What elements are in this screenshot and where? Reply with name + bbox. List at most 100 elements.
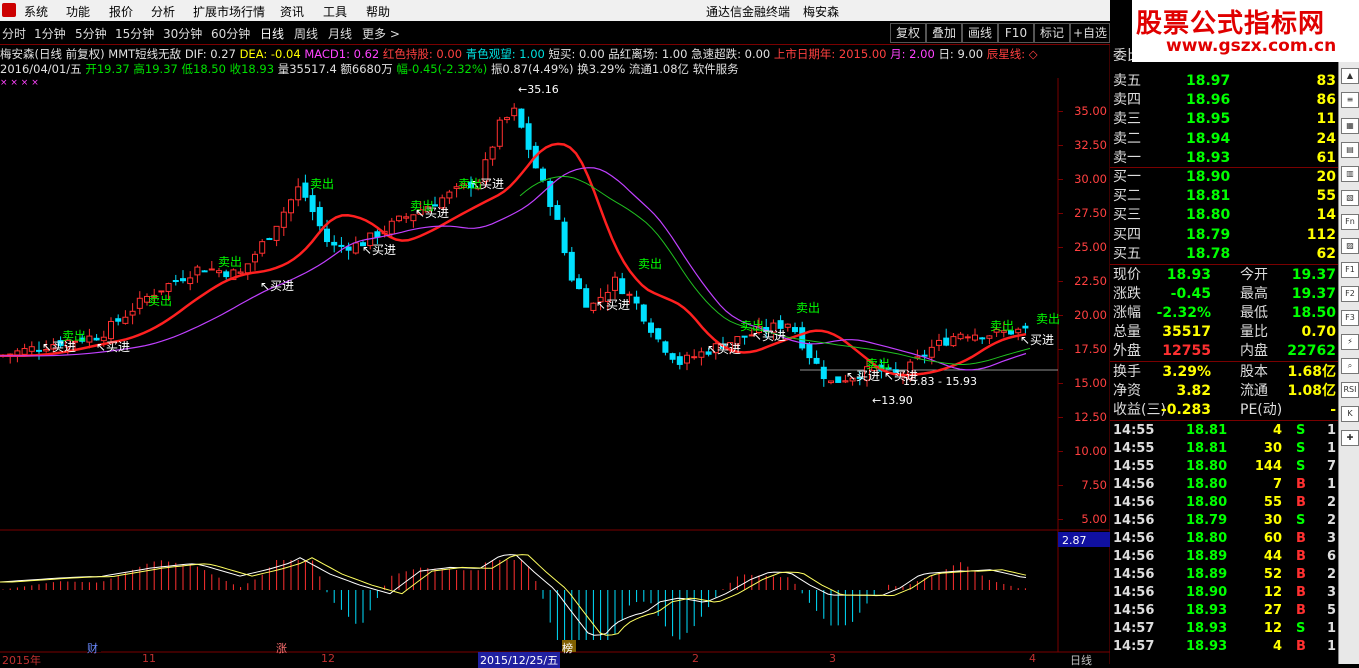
tick-side: B xyxy=(1296,585,1306,600)
fin-icon[interactable]: Fn xyxy=(1341,214,1359,230)
stat-label: 今开 xyxy=(1240,267,1268,283)
book-label: 买一 xyxy=(1113,169,1141,185)
tick-count: 1 xyxy=(1326,621,1336,636)
watermark-banner: 股票公式指标网 www.gszx.com.cn xyxy=(1132,0,1359,62)
ask-row[interactable]: 卖四 18.96 86 xyxy=(1110,91,1338,110)
price-axis-label: 17.50 xyxy=(1074,342,1107,356)
stat-label: 外盘 xyxy=(1113,343,1141,359)
buy-signal-label: ↖买进 xyxy=(846,369,880,383)
book-label: 买三 xyxy=(1113,207,1141,224)
tick-row: 14:56 18.80 60 B 3 xyxy=(1110,530,1338,548)
tick-row: 14:55 18.81 4 S 1 xyxy=(1110,422,1338,440)
price-axis-tick xyxy=(1058,383,1063,384)
time-label-dec: 12 xyxy=(321,652,335,665)
tick-price: 18.80 xyxy=(1186,495,1228,510)
sell-signal-label: 卖出 xyxy=(148,294,172,308)
fig2-icon[interactable]: F2 xyxy=(1341,286,1359,302)
price-axis-label: 22.50 xyxy=(1074,274,1107,288)
buy-signal-label: ↖买进 xyxy=(1020,333,1054,347)
tick-side: S xyxy=(1296,621,1306,636)
stat-label: 净资 xyxy=(1113,383,1141,399)
book-price: 18.97 xyxy=(1186,73,1231,89)
book-volume: 11 xyxy=(1316,111,1336,128)
table-icon[interactable]: ▧ xyxy=(1341,190,1359,206)
stat-label: 现价 xyxy=(1113,267,1141,283)
ask-row[interactable]: 卖一 18.93 61 xyxy=(1110,149,1338,168)
tick-volume: 52 xyxy=(1263,567,1282,582)
candle-body xyxy=(288,199,294,214)
candle-body xyxy=(489,146,496,160)
bid-row[interactable]: 买二 18.81 55 xyxy=(1110,187,1338,206)
candle-body xyxy=(280,211,287,228)
ask-row[interactable]: 卖二 18.94 24 xyxy=(1110,130,1338,149)
stat-row: 换手 3.29% 股本 1.68亿 xyxy=(1110,363,1338,382)
tick-count: 1 xyxy=(1326,639,1336,654)
candle-body xyxy=(21,348,28,355)
candle-body xyxy=(540,168,546,181)
chart-icon[interactable]: ▦ xyxy=(1341,118,1359,134)
bid-row[interactable]: 买四 18.79 112 xyxy=(1110,226,1338,245)
bid-row[interactable]: 买五 18.78 62 xyxy=(1110,245,1338,264)
stat-value: 35517 xyxy=(1162,324,1211,340)
grid-icon[interactable]: ▤ xyxy=(1341,142,1359,158)
candle-body xyxy=(777,320,784,329)
candle-body xyxy=(273,225,280,241)
tick-volume: 55 xyxy=(1263,495,1282,510)
arrow-up-icon[interactable]: ▲ xyxy=(1341,68,1359,84)
candle-body xyxy=(388,220,395,235)
candle-body xyxy=(316,207,323,227)
rsi-icon[interactable]: RSI xyxy=(1341,382,1359,398)
tick-time: 14:56 xyxy=(1113,495,1155,510)
ticks-divider xyxy=(1110,420,1338,421)
tick-time: 14:55 xyxy=(1113,423,1155,438)
list-icon[interactable]: ≡ xyxy=(1341,92,1359,108)
bid-row[interactable]: 买三 18.80 14 xyxy=(1110,206,1338,225)
tick-price: 18.89 xyxy=(1186,549,1228,564)
stat-label: 总量 xyxy=(1113,324,1141,340)
price-axis-label: 5.00 xyxy=(1081,512,1107,526)
fig3-icon[interactable]: F3 xyxy=(1341,310,1359,326)
book-price: 18.96 xyxy=(1186,92,1231,109)
kline-icon[interactable]: K xyxy=(1341,406,1359,422)
candle-body xyxy=(28,346,35,352)
fig1-icon[interactable]: F1 xyxy=(1341,262,1359,278)
book-price: 18.95 xyxy=(1186,111,1231,128)
candle-body xyxy=(986,335,993,339)
tick-time: 14:57 xyxy=(1113,639,1155,654)
tick-price: 18.93 xyxy=(1186,621,1228,636)
flash-icon[interactable]: ⚡ xyxy=(1341,334,1359,350)
limit-up-event-badge[interactable]: 涨 xyxy=(276,640,290,655)
ask-row[interactable]: 卖三 18.95 11 xyxy=(1110,110,1338,129)
finance-event-badge[interactable]: 财 xyxy=(87,640,101,655)
block-icon[interactable]: ▨ xyxy=(1341,238,1359,254)
search-icon[interactable]: ⌕ xyxy=(1341,358,1359,374)
stat-value: 1.68亿 xyxy=(1287,364,1336,380)
kline-chart[interactable]: ↖买进 ↖买进↖买进↖买进↖买进↖买进↖买进↖买进↖买进↖买进 ↖买进↖买进卖出卖出… xyxy=(0,0,1110,664)
price-axis-tick xyxy=(1058,315,1063,316)
cross-icon[interactable]: ✚ xyxy=(1341,430,1359,446)
stat-label: 涨跌 xyxy=(1113,286,1141,302)
high-price-annotation: ←35.16 xyxy=(518,83,559,96)
tick-price: 18.81 xyxy=(1186,441,1228,456)
tick-price: 18.80 xyxy=(1186,459,1228,474)
price-axis-label: 25.00 xyxy=(1074,240,1107,254)
candle-body xyxy=(237,271,244,274)
candle-body xyxy=(828,380,834,384)
ask-row[interactable]: 卖五 18.97 83 xyxy=(1110,72,1338,91)
candle-body xyxy=(295,186,302,201)
tick-row: 14:56 18.90 12 B 3 xyxy=(1110,584,1338,602)
ranking-event-badge[interactable]: 榜 xyxy=(562,640,576,655)
candle-body xyxy=(324,228,330,243)
price-axis-tick xyxy=(1058,417,1063,418)
tick-side: B xyxy=(1296,567,1306,582)
book-volume: 20 xyxy=(1316,169,1336,185)
bar-icon[interactable]: ▥ xyxy=(1341,166,1359,182)
bid-row[interactable]: 买一 18.90 20 xyxy=(1110,168,1338,187)
tick-count: 6 xyxy=(1326,549,1336,564)
time-axis: 2015年 11 12 2015/12/25/五 2 3 4 日线 xyxy=(0,652,1110,668)
price-axis-label: 27.50 xyxy=(1074,206,1107,220)
candle-body xyxy=(252,253,258,263)
candle-body xyxy=(784,323,791,328)
price-axis-tick xyxy=(1058,281,1063,282)
tick-volume: 30 xyxy=(1263,441,1282,456)
